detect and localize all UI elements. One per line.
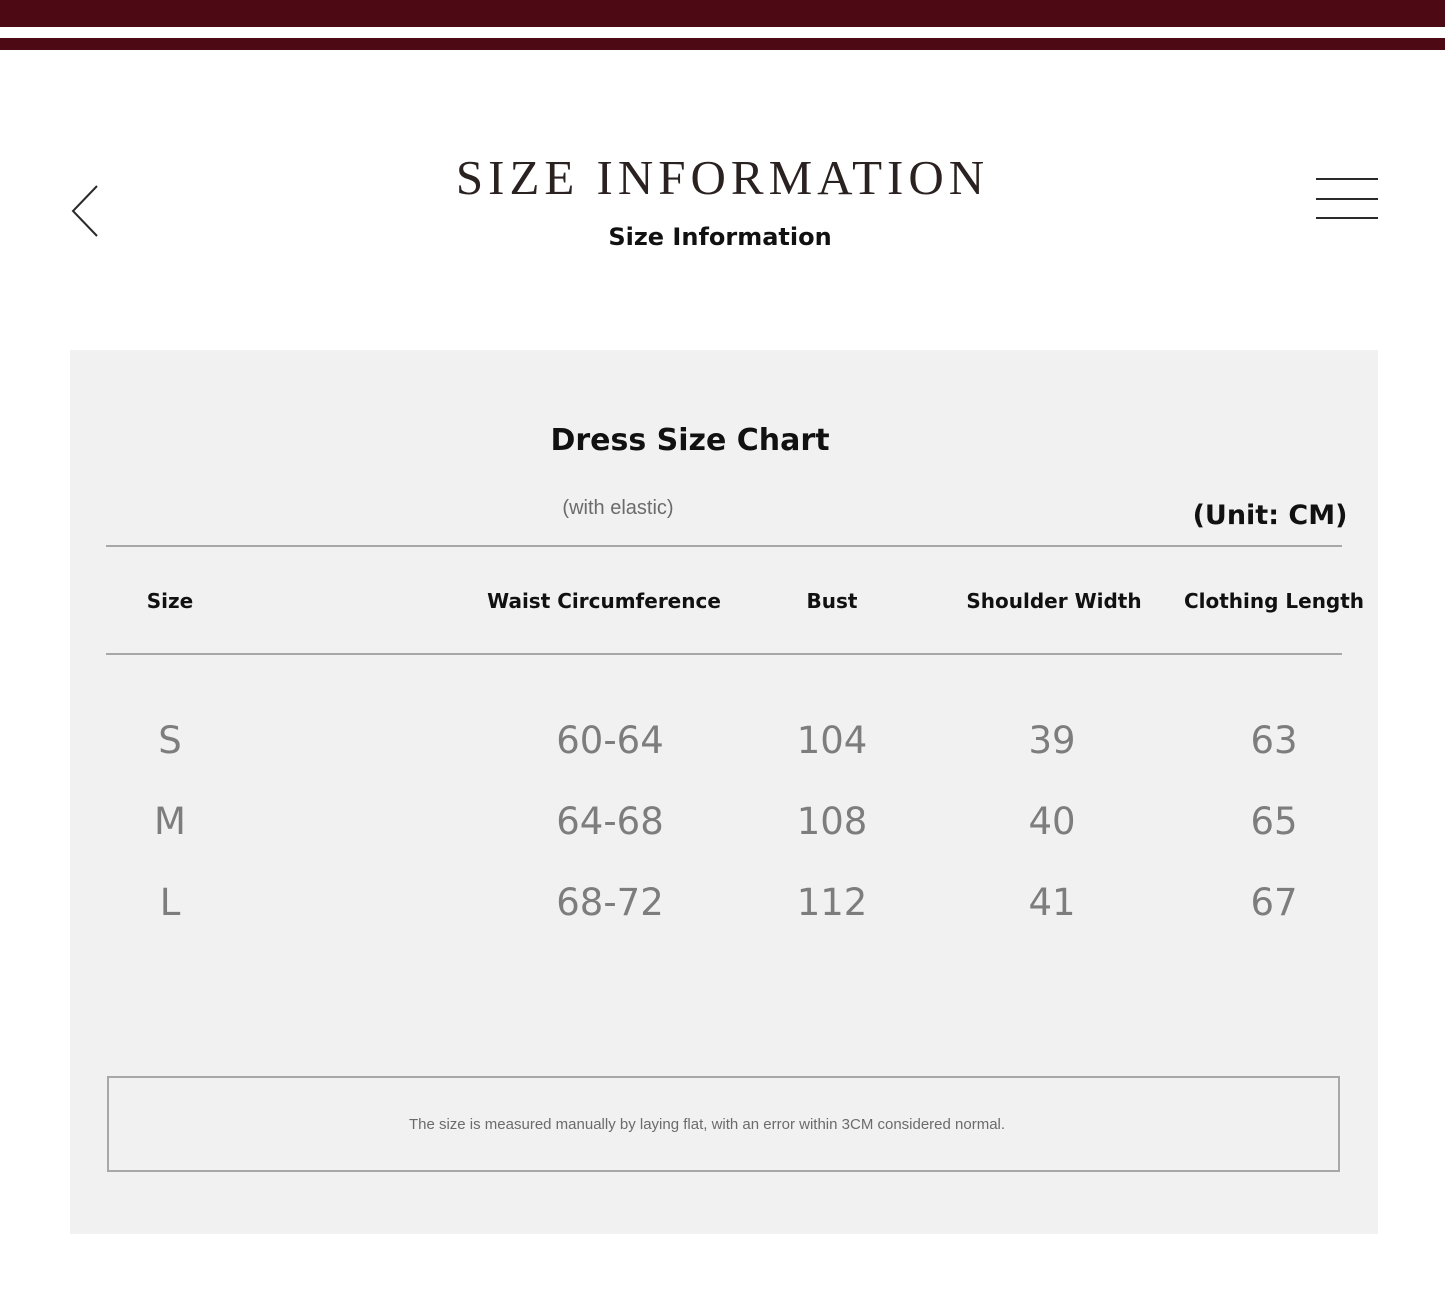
column-header-length: Clothing Length: [1183, 589, 1365, 613]
length-cell: 63: [1250, 719, 1298, 762]
size-cell: M: [154, 800, 186, 843]
length-cell: 67: [1250, 881, 1298, 924]
hamburger-menu-icon[interactable]: [1314, 176, 1380, 222]
unit-label: (Unit: CM): [1192, 500, 1348, 531]
disclaimer-text: The size is measured manually by laying …: [408, 1116, 1006, 1133]
waist-cell: 64-68: [556, 800, 664, 843]
top-color-band: [0, 0, 1445, 27]
elastic-note: (with elastic): [562, 497, 674, 519]
page-subtitle: Size Information: [608, 223, 832, 251]
size-cell: S: [158, 719, 182, 762]
column-header-waist: Waist Circumference: [487, 589, 721, 613]
waist-cell: 60-64: [556, 719, 664, 762]
table-header-divider: [106, 653, 1342, 655]
bust-cell: 104: [796, 719, 868, 762]
column-header-bust: Bust: [806, 589, 858, 613]
chart-title: Dress Size Chart: [550, 423, 830, 458]
table-top-divider: [106, 545, 1342, 547]
shoulder-cell: 41: [1028, 881, 1076, 924]
page-title: SIZE INFORMATION: [455, 150, 990, 205]
shoulder-cell: 40: [1028, 800, 1076, 843]
size-cell: L: [159, 881, 181, 924]
bust-cell: 108: [796, 800, 868, 843]
bust-cell: 112: [796, 881, 868, 924]
length-cell: 65: [1250, 800, 1298, 843]
column-header-size: Size: [146, 589, 194, 613]
column-header-shoulder: Shoulder Width: [966, 589, 1142, 613]
shoulder-cell: 39: [1028, 719, 1076, 762]
waist-cell: 68-72: [556, 881, 664, 924]
top-color-stripe: [0, 38, 1445, 50]
